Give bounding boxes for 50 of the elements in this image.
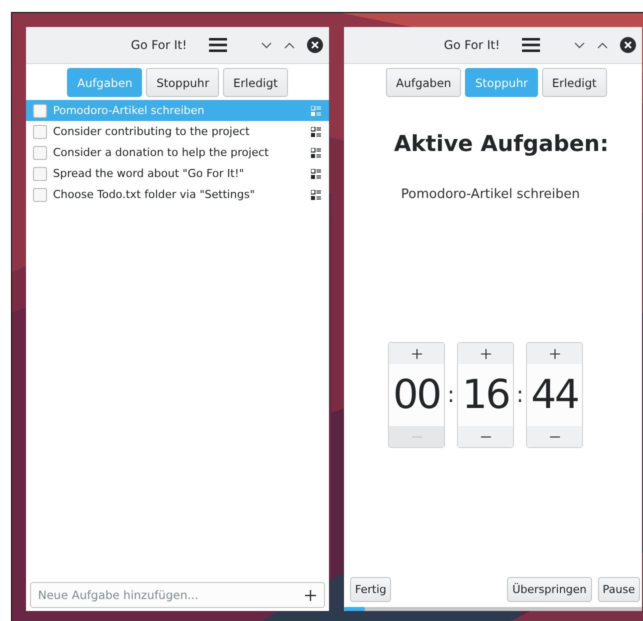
time-value: 16 xyxy=(461,371,510,420)
checkbox[interactable] xyxy=(33,104,47,118)
active-task: Pomodoro-Artikel schreiben xyxy=(401,187,581,202)
minimize-icon[interactable] xyxy=(261,42,272,48)
minus-icon xyxy=(412,436,422,438)
task-text: Consider contributing to the project xyxy=(53,125,251,138)
list-icon[interactable] xyxy=(311,126,321,136)
task-text: Pomodoro-Artikel schreiben xyxy=(53,104,206,117)
checkbox[interactable] xyxy=(33,166,47,180)
maximize-icon[interactable] xyxy=(284,42,295,48)
checkbox[interactable] xyxy=(33,188,47,202)
plus-icon xyxy=(480,348,490,358)
time-value: 44 xyxy=(530,371,579,420)
time-separator: : xyxy=(515,382,525,408)
menu-icon[interactable] xyxy=(522,38,540,52)
task-row[interactable]: Consider a donation to help the project xyxy=(26,142,329,163)
maximize-icon[interactable] xyxy=(597,42,608,48)
tab[interactable]: Aufgaben xyxy=(386,68,462,97)
time-separator: : xyxy=(446,382,456,408)
list-icon[interactable] xyxy=(311,148,321,158)
heading: Aktive Aufgaben: xyxy=(394,132,610,157)
action-button[interactable]: Überspringen xyxy=(507,577,592,602)
list-icon[interactable] xyxy=(311,190,321,200)
close-icon[interactable] xyxy=(307,37,323,53)
time-value: 00 xyxy=(392,371,441,420)
task-text: Choose Todo.txt folder via "Settings" xyxy=(53,188,256,201)
task-row[interactable]: Choose Todo.txt folder via "Settings" xyxy=(26,184,329,205)
plus-icon xyxy=(550,348,560,358)
menu-icon[interactable] xyxy=(209,38,227,52)
action-button[interactable]: Pause xyxy=(598,577,640,602)
close-icon[interactable] xyxy=(620,37,636,53)
window-title: Go For It! xyxy=(130,38,187,52)
task-row[interactable]: Spread the word about "Go For It!" xyxy=(26,163,329,184)
minus-icon xyxy=(480,436,490,438)
minus-icon xyxy=(550,436,560,438)
tab[interactable]: Erledigt xyxy=(223,68,288,97)
checkbox[interactable] xyxy=(33,146,47,160)
task-text: Consider a donation to help the project xyxy=(53,146,270,159)
tab[interactable]: Stoppuhr xyxy=(146,68,220,97)
tab[interactable]: Erledigt xyxy=(542,68,607,97)
action-button[interactable]: Fertig xyxy=(350,577,392,602)
minimize-icon[interactable] xyxy=(574,42,585,48)
plus-icon xyxy=(412,348,422,358)
add-icon[interactable] xyxy=(305,590,316,600)
list-icon[interactable] xyxy=(311,168,321,178)
task-row[interactable]: Consider contributing to the project xyxy=(26,121,329,142)
new-task-field[interactable]: Neue Aufgabe hinzufügen... xyxy=(30,582,325,608)
window-title: Go For It! xyxy=(444,38,500,52)
checkbox[interactable] xyxy=(33,124,47,138)
task-text: Spread the word about "Go For It!" xyxy=(53,167,246,180)
